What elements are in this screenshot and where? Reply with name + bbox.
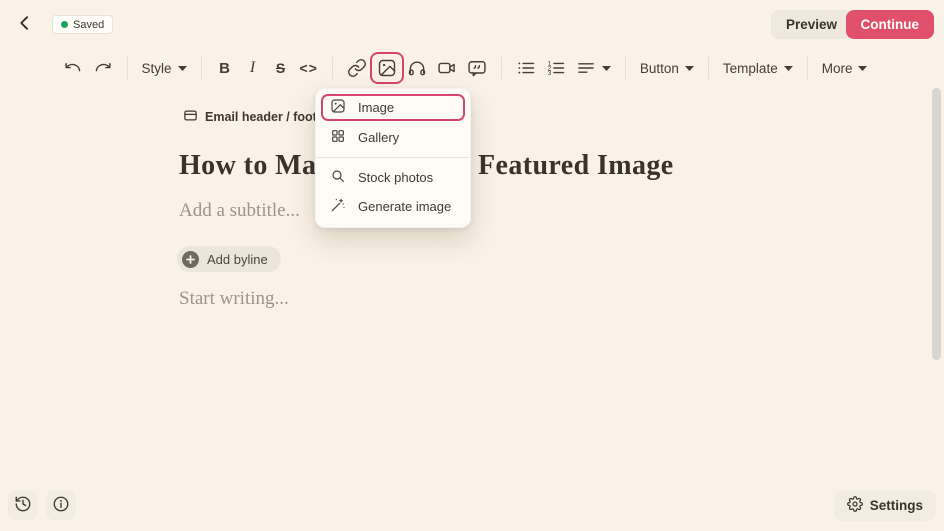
style-dropdown[interactable]: Style <box>137 54 192 82</box>
toolbar-divider <box>707 57 709 79</box>
email-header-footer-label: Email header / footer <box>205 110 329 124</box>
audio-button[interactable] <box>402 54 432 82</box>
add-byline-button[interactable]: Add byline <box>177 246 281 272</box>
email-header-footer-toggle[interactable]: Email header / footer <box>183 108 329 126</box>
speech-bubble-icon <box>467 58 487 78</box>
post-title-left[interactable]: How to Mak <box>179 150 332 182</box>
back-button[interactable] <box>12 11 38 37</box>
preview-button[interactable]: Preview <box>770 10 852 39</box>
more-dropdown[interactable]: More <box>817 54 873 82</box>
subtitle-placeholder[interactable]: Add a subtitle... <box>179 200 300 222</box>
formatting-toolbar: Style B I S <> 123 Button Template More <box>0 52 930 84</box>
body-placeholder[interactable]: Start writing... <box>179 288 289 310</box>
undo-icon <box>63 58 83 78</box>
history-icon <box>14 495 32 516</box>
italic-button[interactable]: I <box>239 54 267 82</box>
menu-item-label: Gallery <box>358 130 400 145</box>
bullet-list-icon <box>516 58 536 78</box>
chevron-down-icon <box>601 65 611 71</box>
svg-text:3: 3 <box>548 70 552 77</box>
toolbar-divider <box>126 57 128 79</box>
template-dropdown-label: Template <box>722 60 778 76</box>
email-header-icon <box>183 108 198 126</box>
continue-button[interactable]: Continue <box>845 10 934 39</box>
save-status-badge: Saved <box>52 15 114 34</box>
menu-item-image[interactable]: Image <box>321 94 465 121</box>
italic-glyph: I <box>249 59 256 76</box>
chevron-down-icon <box>177 65 187 71</box>
toolbar-divider <box>806 57 808 79</box>
undo-button[interactable] <box>58 54 88 82</box>
link-button[interactable] <box>342 54 372 82</box>
magic-wand-icon <box>330 197 346 216</box>
menu-item-stock-photos[interactable]: Stock photos <box>316 163 470 192</box>
numbered-list-icon: 123 <box>546 58 566 78</box>
chevron-down-icon <box>783 65 793 71</box>
menu-item-label: Generate image <box>358 199 452 214</box>
saved-dot-icon <box>61 21 68 28</box>
image-icon <box>377 58 397 78</box>
video-camera-icon <box>437 58 457 78</box>
post-title-right[interactable]: Featured Image <box>478 150 674 182</box>
code-glyph: <> <box>299 60 318 76</box>
headphones-icon <box>407 58 427 78</box>
menu-item-generate-image[interactable]: Generate image <box>316 192 470 221</box>
email-editor-app: Saved Preview Continue Style B I S <> 1 … <box>0 0 944 531</box>
toolbar-divider <box>500 57 502 79</box>
scrollbar-thumb[interactable] <box>932 88 941 360</box>
redo-button[interactable] <box>88 54 118 82</box>
style-dropdown-label: Style <box>141 60 172 76</box>
version-history-button[interactable] <box>8 490 38 520</box>
insert-image-menu: Image Gallery Stock photos Generate imag… <box>315 88 471 228</box>
bold-glyph: B <box>219 59 230 77</box>
info-icon <box>52 495 70 516</box>
bullet-list-button[interactable] <box>511 54 541 82</box>
menu-item-gallery[interactable]: Gallery <box>316 123 470 152</box>
numbered-list-button[interactable]: 123 <box>541 54 571 82</box>
button-dropdown-label: Button <box>639 60 679 76</box>
toolbar-divider <box>331 57 333 79</box>
settings-button[interactable]: Settings <box>833 490 936 521</box>
align-left-icon <box>576 58 596 78</box>
info-button[interactable] <box>46 490 76 520</box>
link-icon <box>347 58 367 78</box>
settings-label: Settings <box>869 498 923 513</box>
chevron-down-icon <box>858 65 868 71</box>
redo-icon <box>93 58 113 78</box>
search-icon <box>330 168 346 187</box>
plus-icon <box>182 250 199 268</box>
toolbar-divider <box>624 57 626 79</box>
image-button[interactable] <box>372 54 402 82</box>
strikethrough-glyph: S <box>275 60 286 76</box>
button-dropdown[interactable]: Button <box>635 54 699 82</box>
chevron-left-icon <box>15 13 35 36</box>
template-dropdown[interactable]: Template <box>718 54 798 82</box>
menu-item-label: Stock photos <box>358 170 434 185</box>
quote-bubble-button[interactable] <box>462 54 492 82</box>
gallery-grid-icon <box>330 128 346 147</box>
save-status-label: Saved <box>73 18 105 31</box>
strikethrough-button[interactable]: S <box>267 54 295 82</box>
more-dropdown-label: More <box>821 60 853 76</box>
image-icon <box>330 98 346 117</box>
code-button[interactable]: <> <box>295 54 323 82</box>
menu-divider <box>316 157 470 158</box>
alignment-dropdown[interactable] <box>571 54 616 82</box>
menu-item-label: Image <box>358 100 395 115</box>
add-byline-label: Add byline <box>207 251 268 267</box>
toolbar-divider <box>200 57 202 79</box>
video-button[interactable] <box>432 54 462 82</box>
gear-icon <box>846 496 863 515</box>
bold-button[interactable]: B <box>211 54 239 82</box>
chevron-down-icon <box>684 65 694 71</box>
